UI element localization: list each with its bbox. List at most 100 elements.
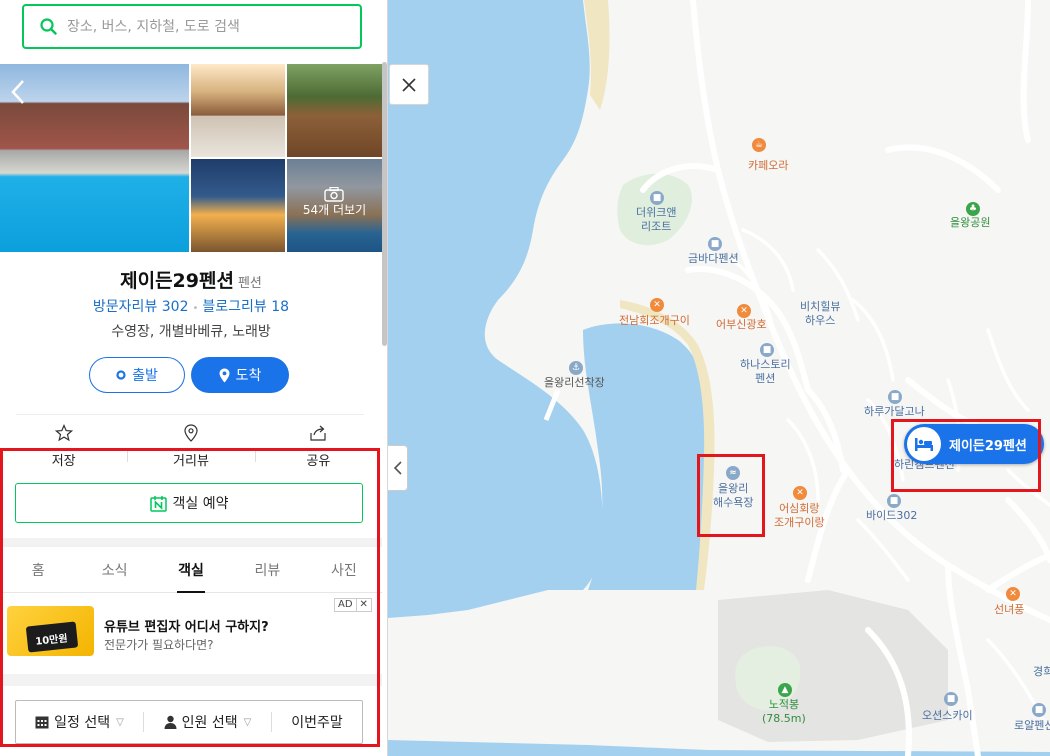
lodging-icon[interactable]: ■ (708, 237, 722, 251)
photo-thumb[interactable] (191, 159, 285, 252)
lodging-icon[interactable]: ■ (760, 343, 774, 357)
panel-scrollbar[interactable] (382, 62, 387, 346)
restaurant-icon[interactable]: ✕ (793, 486, 807, 500)
lodging-icon[interactable]: ■ (887, 494, 901, 508)
ad-title[interactable]: 유튜브 편집자 어디서 구하지? (104, 616, 269, 635)
tab-home[interactable]: 홈 (0, 547, 76, 592)
lodging-icon[interactable]: ■ (650, 191, 664, 205)
chevron-down-icon: ▽ (116, 716, 124, 728)
lodging-icon[interactable]: ■ (888, 390, 902, 404)
review-links: 방문자리뷰 302 • 블로그리뷰 18 (0, 296, 382, 316)
place-marker[interactable]: 제이든29펜션 (904, 424, 1044, 464)
arrive-button[interactable]: 도착 (191, 357, 289, 393)
tab-rooms[interactable]: 객실 (153, 547, 229, 593)
this-weekend-button[interactable]: 이번주말 (271, 712, 362, 732)
sea-bay (583, 323, 713, 590)
map-label-eosim[interactable]: 어심회랑 조개구이랑 (774, 502, 825, 530)
dock-icon[interactable]: ⚓ (569, 361, 583, 375)
map-label-cafe-ora[interactable]: 카페오라 (748, 159, 788, 173)
star-icon (54, 424, 73, 442)
back-arrow-icon[interactable] (10, 78, 26, 106)
photo-more[interactable]: 54개 더보기 (287, 159, 382, 252)
origin-dot-icon (116, 370, 126, 380)
place-panel: 54개 더보기 제이든29펜션펜션 방문자리뷰 302•블로그리뷰 18 수영장… (0, 0, 388, 756)
map-label-hanastory[interactable]: 하나스토리 펜션 (740, 358, 791, 386)
search-input[interactable] (67, 18, 327, 35)
save-action[interactable]: 저장 (0, 424, 127, 474)
date-select[interactable]: 일정 선택 ▽ (16, 701, 143, 743)
ad-close-icon[interactable]: ✕ (357, 599, 371, 611)
lodging-icon[interactable]: ■ (1032, 703, 1046, 717)
map-canvas[interactable]: ☕ 카페오라 ■ 더위크앤 리조트 ♣ 을왕공원 ■ 금바다펜션 ✕ 전남회조개… (388, 0, 1050, 756)
park-icon[interactable]: ♣ (966, 202, 980, 216)
action-row: 저장 거리뷰 공유 (0, 424, 382, 474)
ad-thumbnail[interactable]: 10만원 (7, 606, 94, 656)
bed-icon (907, 427, 941, 461)
ad-banner[interactable]: 10만원 유튜브 편집자 어디서 구하지? 전문가가 필요하다면? AD ✕ (0, 594, 382, 672)
room-filter-bar: 일정 선택 ▽ 인원 선택 ▽ 이번주말 (15, 700, 363, 744)
restaurant-icon[interactable]: ✕ (1006, 587, 1020, 601)
map-label-gyeong[interactable]: 경희 (1033, 665, 1050, 679)
this-weekend-label: 이번주말 (291, 715, 343, 731)
depart-label: 출발 (132, 368, 158, 384)
person-icon (164, 715, 177, 729)
depart-button[interactable]: 출발 (89, 357, 185, 393)
map-label-eulwang-park[interactable]: 을왕공원 (950, 216, 990, 230)
app-root: 54개 더보기 제이든29펜션펜션 방문자리뷰 302•블로그리뷰 18 수영장… (0, 0, 1050, 756)
place-category: 펜션 (237, 276, 262, 291)
beach-icon[interactable]: ≈ (726, 466, 740, 480)
search-icon (40, 18, 57, 35)
amenities: 수영장, 개별바베큐, 노래방 (111, 324, 271, 340)
map-label-rowal[interactable]: 로얄펜션 (1014, 719, 1050, 733)
photo-thumb[interactable] (287, 64, 382, 157)
streetview-action[interactable]: 거리뷰 (127, 424, 254, 474)
map-label-harugadal[interactable]: 하루가달고나 (864, 405, 925, 419)
share-action[interactable]: 공유 (254, 424, 382, 474)
blog-review-link[interactable]: 블로그리뷰 18 (202, 299, 289, 315)
map-base (388, 0, 1050, 756)
restaurant-icon[interactable]: ✕ (737, 304, 751, 318)
cafe-icon[interactable]: ☕ (752, 138, 766, 152)
tab-news[interactable]: 소식 (76, 547, 152, 592)
photo-thumb[interactable] (191, 64, 285, 157)
map-label-eulwang-dock[interactable]: 을왕리선착장 (544, 376, 605, 390)
map-label-jeonnam[interactable]: 전남회조개구이 (619, 314, 690, 328)
share-icon (310, 425, 326, 441)
ad-label: AD (335, 599, 357, 611)
calendar-icon (35, 716, 49, 729)
place-name: 제이든29펜션 (120, 270, 234, 292)
sea-south (388, 740, 1050, 756)
map-label-eobusin[interactable]: 어부신광호 (716, 318, 767, 332)
close-icon (402, 77, 416, 92)
place-marker-label: 제이든29펜션 (949, 438, 1027, 454)
save-label: 저장 (51, 454, 76, 469)
section-gap (0, 674, 382, 686)
room-booking-button[interactable]: 객실 예약 (15, 483, 363, 523)
map-label-nojeokbong[interactable]: 노적봉 (78.5m) (762, 698, 806, 726)
streetview-label: 거리뷰 (173, 454, 209, 469)
tab-reviews[interactable]: 리뷰 (229, 547, 305, 592)
location-pin-icon (184, 424, 198, 442)
map-label-bichihill[interactable]: 비치힐뷰 하우스 (800, 300, 840, 328)
mountain-icon[interactable]: ▲ (778, 683, 792, 697)
close-panel-button[interactable] (389, 64, 429, 105)
lodging-icon[interactable]: ■ (944, 692, 958, 706)
divider (16, 414, 364, 415)
restaurant-icon[interactable]: ✕ (650, 298, 664, 312)
photo-main[interactable] (0, 64, 189, 252)
map-label-ocean-sky[interactable]: 오션스카이 (922, 709, 973, 723)
ad-thumb-card: 10만원 (25, 621, 79, 653)
map-label-geumbada[interactable]: 금바다펜션 (688, 252, 739, 266)
more-photos-label: 54개 더보기 (302, 203, 367, 217)
map-label-eulwang-beach[interactable]: 을왕리 해수욕장 (713, 482, 753, 510)
map-label-sunnyeo[interactable]: 선녀풍 (994, 603, 1024, 617)
section-gap (0, 538, 382, 547)
visitor-review-link[interactable]: 방문자리뷰 302 (93, 299, 189, 315)
room-booking-label: 객실 예약 (172, 496, 229, 512)
tab-photos[interactable]: 사진 (306, 547, 382, 592)
search-box[interactable] (22, 4, 362, 49)
collapse-panel-button[interactable] (388, 445, 408, 491)
map-label-the-wick[interactable]: 더위크앤 리조트 (636, 206, 676, 234)
people-select[interactable]: 인원 선택 ▽ (143, 712, 271, 732)
map-label-baide[interactable]: 바이드302 (866, 509, 917, 523)
